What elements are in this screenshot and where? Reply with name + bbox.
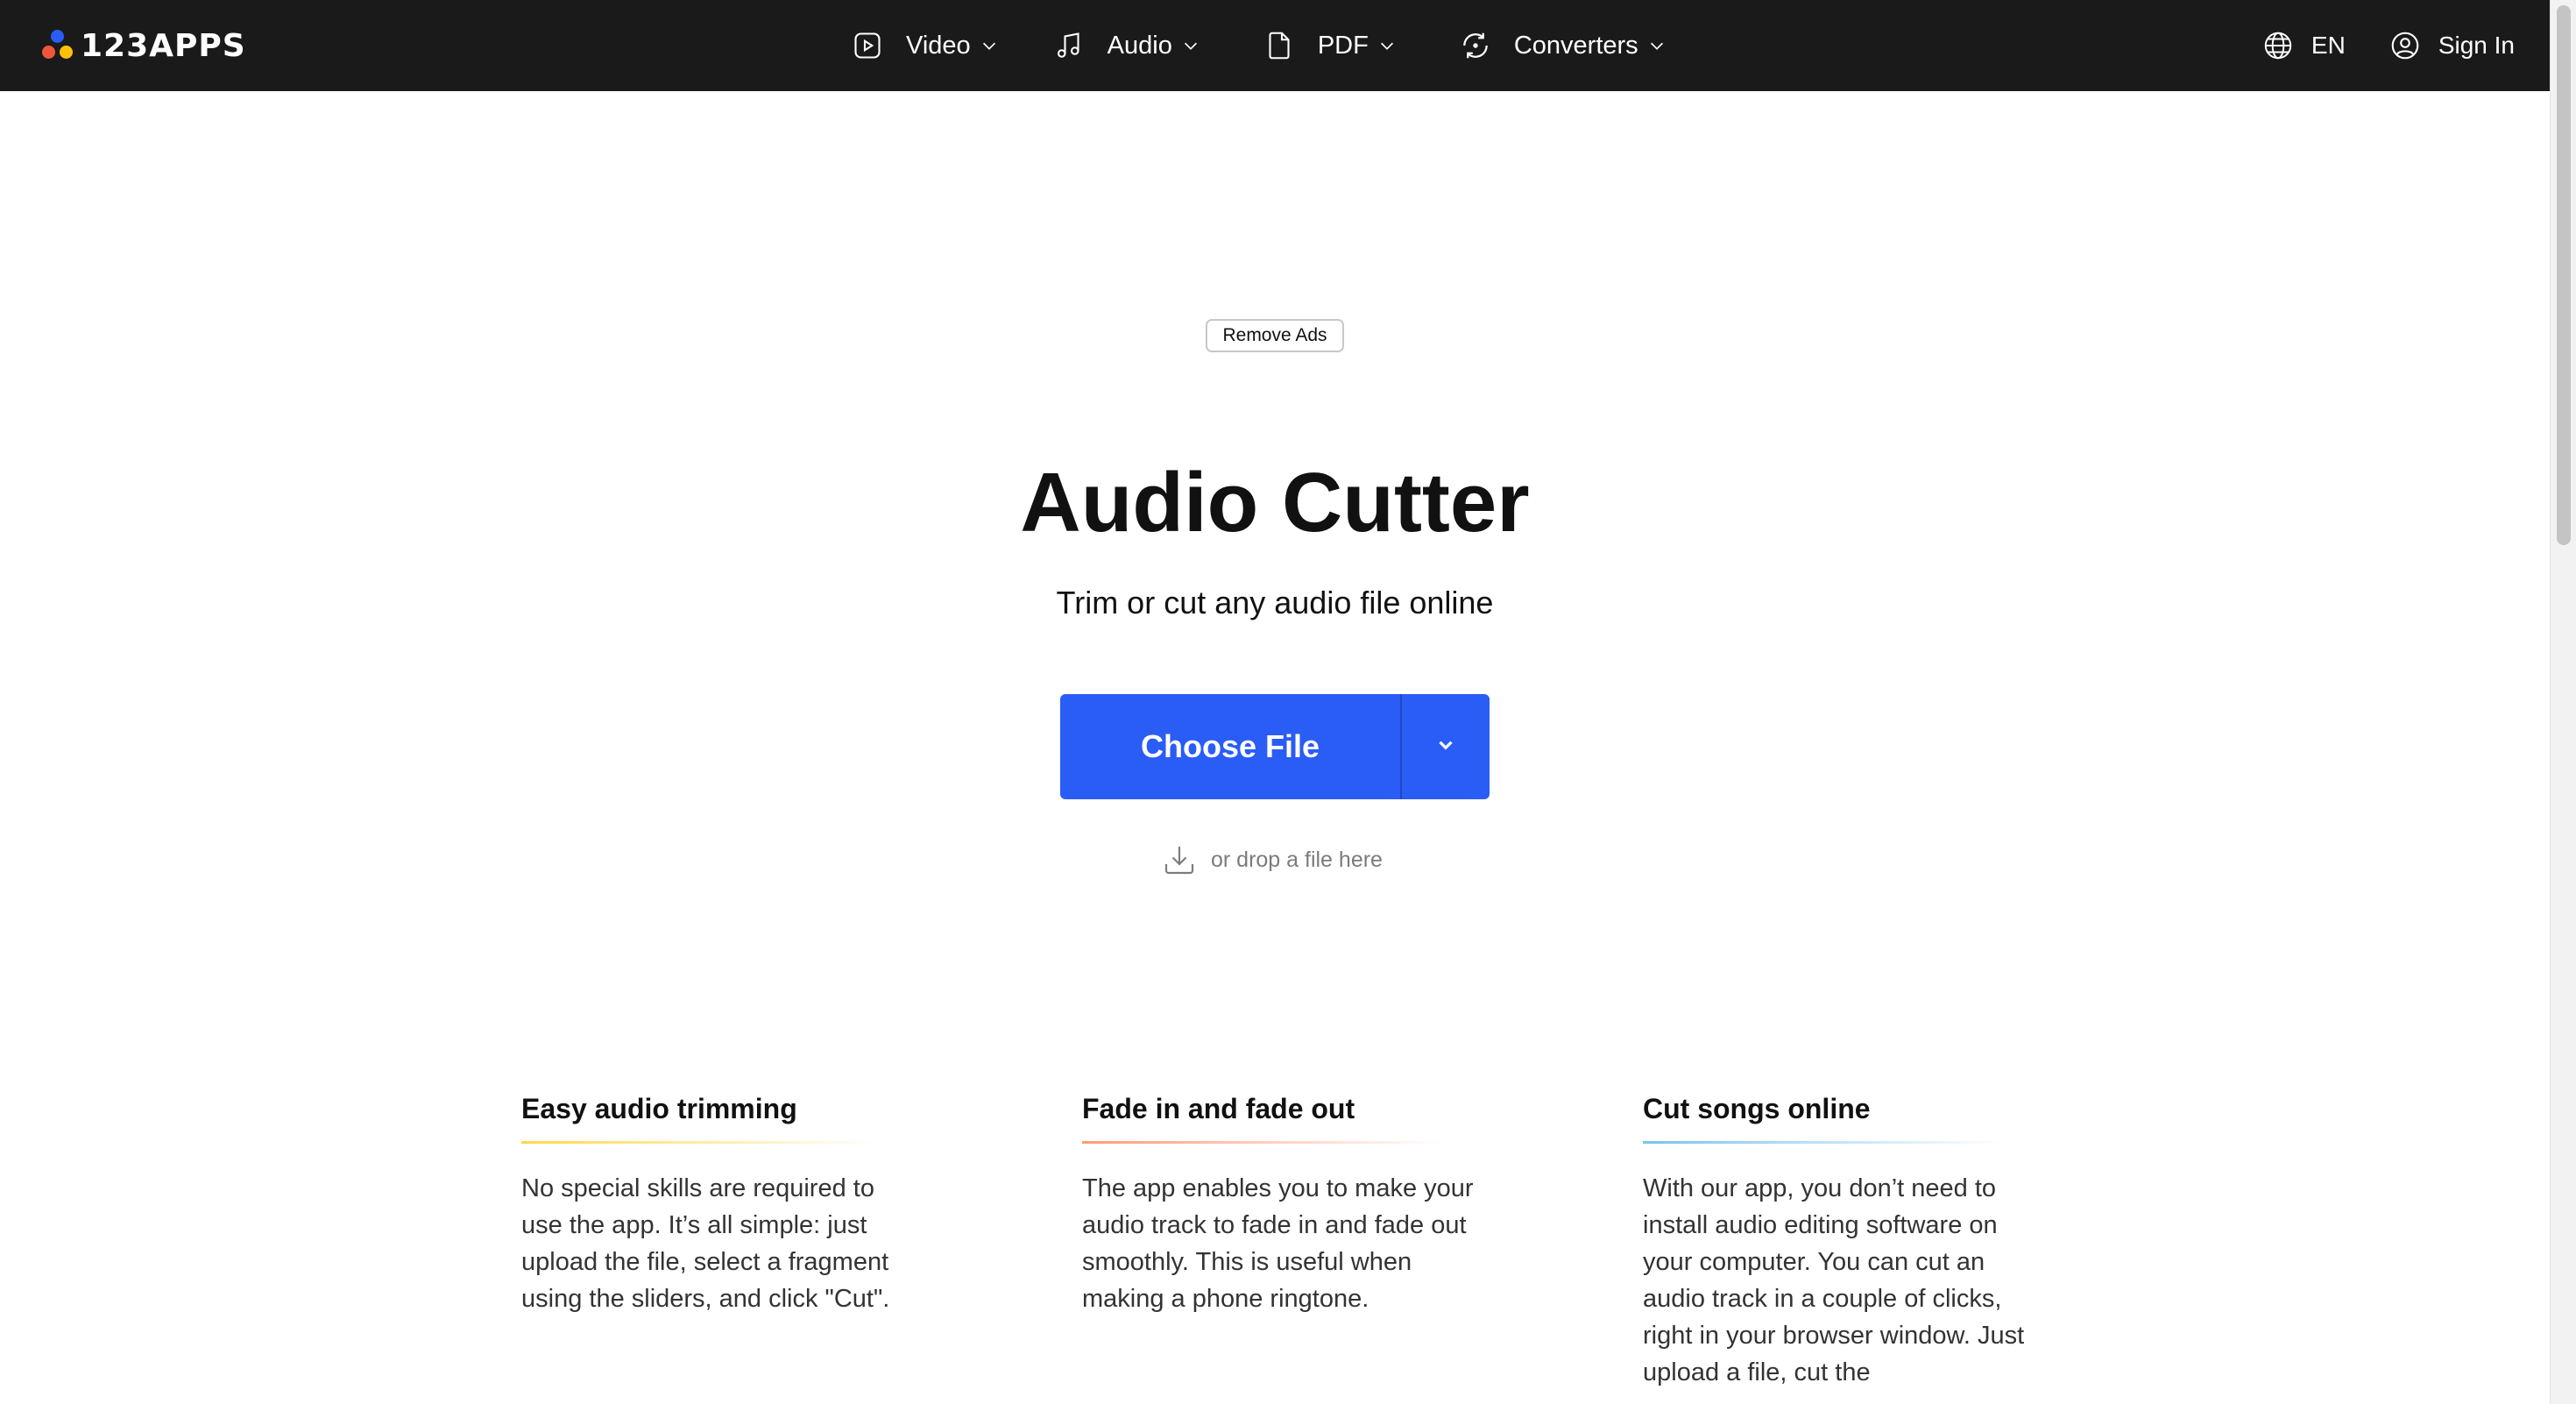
scrollbar-thumb[interactable] bbox=[2557, 5, 2571, 545]
chevron-down-icon bbox=[1434, 734, 1457, 761]
feature-underline bbox=[1643, 1141, 2002, 1145]
logo-mark bbox=[40, 28, 75, 63]
feature-text: No special skills are required to use th… bbox=[521, 1174, 890, 1314]
nav-video-label: Video bbox=[906, 31, 971, 60]
nav-converters[interactable]: Converters bbox=[1458, 28, 1667, 63]
upload-source-dropdown-button[interactable] bbox=[1402, 694, 1490, 799]
globe-icon bbox=[2261, 28, 2296, 63]
drop-hint-text: or drop a file here bbox=[1211, 847, 1383, 872]
main-nav: Video Audio PDF Converters bbox=[850, 0, 1667, 91]
download-tray-icon bbox=[1162, 842, 1197, 877]
chevron-down-icon bbox=[1377, 36, 1397, 55]
feature-underline bbox=[1082, 1141, 1441, 1145]
music-note-icon bbox=[1051, 28, 1086, 63]
page-scrollbar[interactable] bbox=[2550, 0, 2576, 1404]
logo-dot-blue bbox=[51, 30, 64, 43]
language-label: EN bbox=[2311, 32, 2346, 59]
feature-title: Fade in and fade out bbox=[1082, 1093, 1355, 1124]
logo[interactable]: 123APPS bbox=[40, 26, 246, 65]
nav-pdf[interactable]: PDF bbox=[1262, 28, 1397, 63]
feature-title: Cut songs online bbox=[1643, 1093, 1871, 1124]
feature-text: The app enables you to make your audio t… bbox=[1082, 1174, 1474, 1314]
user-circle-icon bbox=[2388, 28, 2423, 63]
nav-video[interactable]: Video bbox=[850, 28, 999, 63]
logo-dot-yellow bbox=[60, 46, 73, 59]
convert-arrows-icon bbox=[1458, 28, 1493, 63]
logo-dot-orange bbox=[42, 46, 55, 59]
remove-ads-button[interactable]: Remove Ads bbox=[1206, 319, 1344, 352]
nav-audio-label: Audio bbox=[1107, 31, 1172, 60]
feature-fade: Fade in and fade out The app enables you… bbox=[1082, 1092, 1476, 1317]
language-selector[interactable]: EN bbox=[2261, 28, 2346, 63]
choose-file-control: Choose File bbox=[1060, 694, 1490, 799]
nav-converters-label: Converters bbox=[1513, 31, 1638, 60]
top-navigation-bar: 123APPS Video Audio PDF Converters EN Si… bbox=[0, 0, 2550, 91]
drop-zone-hint: or drop a file here bbox=[1162, 841, 1383, 878]
document-icon bbox=[1262, 28, 1297, 63]
nav-pdf-label: PDF bbox=[1317, 31, 1369, 60]
chevron-down-icon bbox=[1181, 36, 1200, 55]
sign-in-button[interactable]: Sign In bbox=[2388, 28, 2515, 63]
choose-file-button[interactable]: Choose File bbox=[1060, 694, 1400, 799]
feature-cut-songs: Cut songs online With our app, you don’t… bbox=[1643, 1092, 2037, 1391]
chevron-down-icon bbox=[980, 36, 999, 55]
page-title: Audio Cutter bbox=[1020, 456, 1530, 550]
logo-text: 123APPS bbox=[81, 27, 246, 64]
nav-audio[interactable]: Audio bbox=[1051, 28, 1200, 63]
chevron-down-icon bbox=[1647, 36, 1667, 55]
account-nav: EN Sign In bbox=[2261, 0, 2515, 91]
feature-easy-trimming: Easy audio trimming No special skills ar… bbox=[521, 1092, 916, 1317]
feature-text: With our app, you don’t need to install … bbox=[1643, 1174, 2025, 1387]
sign-in-label: Sign In bbox=[2438, 32, 2515, 59]
video-play-icon bbox=[850, 28, 885, 63]
page-subtitle: Trim or cut any audio file online bbox=[1056, 585, 1494, 620]
feature-title: Easy audio trimming bbox=[521, 1093, 797, 1124]
feature-underline bbox=[521, 1141, 881, 1145]
